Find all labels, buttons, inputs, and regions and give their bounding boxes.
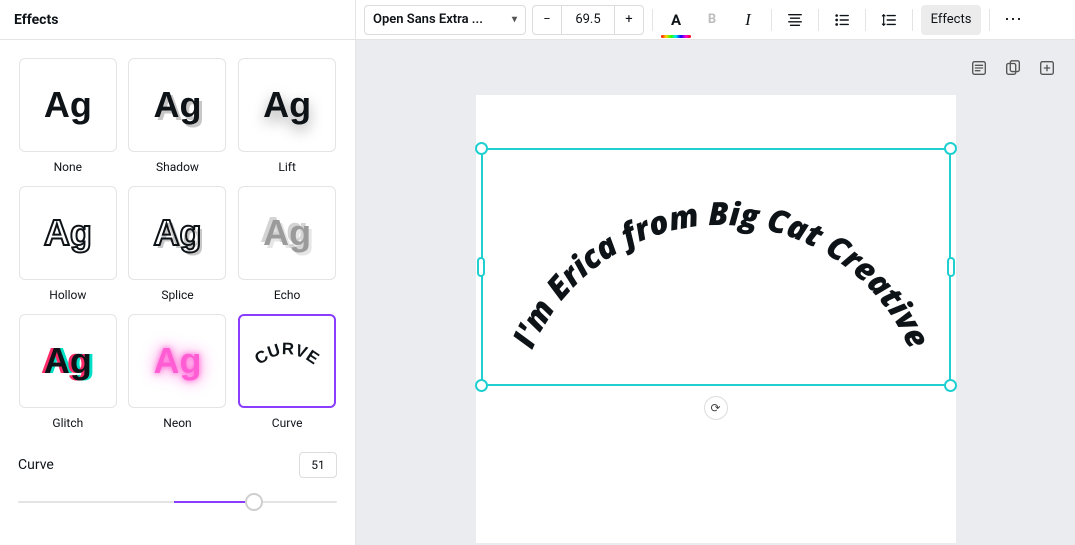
bold-button[interactable]: B — [697, 5, 727, 35]
align-center-icon — [787, 12, 803, 28]
resize-handle-br[interactable] — [944, 379, 957, 392]
design-page[interactable]: I'm Erica from Big Cat Creative ⟳ — [476, 95, 956, 543]
effect-lift[interactable]: Ag Lift — [237, 58, 337, 174]
text-color-glyph: A — [671, 11, 681, 29]
italic-button[interactable]: I — [733, 5, 763, 35]
sample-text: Ag — [153, 84, 201, 126]
sample-text: Ag — [44, 84, 92, 126]
slider-fill — [174, 501, 254, 503]
canvas-area[interactable]: I'm Erica from Big Cat Creative ⟳ — [356, 40, 1075, 545]
spacing-button[interactable] — [874, 5, 904, 35]
separator — [652, 9, 653, 31]
resize-handle-tl[interactable] — [475, 142, 488, 155]
effect-tile: Ag — [128, 314, 226, 408]
effect-tile: Ag — [128, 186, 226, 280]
main-area: Open Sans Extra ... ▾ − 69.5 + A B I — [356, 0, 1075, 545]
effect-label: Lift — [278, 160, 295, 174]
effect-none[interactable]: Ag None — [18, 58, 118, 174]
curve-label: Curve — [18, 457, 54, 473]
effect-splice[interactable]: Ag Splice — [128, 186, 228, 302]
separator — [865, 9, 866, 31]
more-button[interactable]: ⋯ — [998, 5, 1030, 35]
font-size-increment[interactable]: + — [614, 5, 644, 35]
font-size-input[interactable]: 69.5 — [562, 5, 614, 35]
resize-handle-ml[interactable] — [477, 257, 485, 277]
selection-box: ⟳ — [481, 148, 951, 386]
list-icon — [834, 12, 850, 28]
effect-label: Shadow — [156, 160, 199, 174]
sample-text: Ag — [153, 212, 201, 254]
sample-text: Ag — [153, 340, 201, 382]
separator — [818, 9, 819, 31]
effect-tile: CURVE — [238, 314, 336, 408]
effect-glitch[interactable]: Ag Glitch — [18, 314, 118, 430]
resize-handle-mr[interactable] — [947, 257, 955, 277]
text-color-button[interactable]: A — [661, 5, 691, 35]
sample-text: Ag — [44, 212, 92, 254]
list-button[interactable] — [827, 5, 857, 35]
notes-icon[interactable] — [969, 58, 989, 78]
effect-tile: Ag — [238, 186, 336, 280]
effect-curve[interactable]: CURVE Curve — [237, 314, 337, 430]
font-size-decrement[interactable]: − — [532, 5, 562, 35]
resize-handle-tr[interactable] — [944, 142, 957, 155]
effect-shadow[interactable]: Ag Shadow — [128, 58, 228, 174]
sample-text: Ag — [44, 340, 92, 382]
font-size-group: − 69.5 + — [532, 5, 644, 35]
svg-text:CURVE: CURVE — [251, 340, 323, 368]
effect-label: Hollow — [49, 288, 86, 302]
text-align-button[interactable] — [780, 5, 810, 35]
chevron-down-icon: ▾ — [512, 14, 517, 25]
curve-slider[interactable] — [18, 488, 337, 516]
curve-control: Curve 51 — [0, 448, 355, 534]
effect-tile: Ag — [19, 314, 117, 408]
curve-value-input[interactable]: 51 — [299, 452, 337, 478]
toolbar: Open Sans Extra ... ▾ − 69.5 + A B I — [356, 0, 1075, 40]
sample-text: Ag — [263, 84, 311, 126]
curve-sample-icon: CURVE — [245, 340, 329, 382]
effect-echo[interactable]: Ag Echo — [237, 186, 337, 302]
effect-tile: Ag — [19, 58, 117, 152]
font-family-select[interactable]: Open Sans Extra ... ▾ — [364, 5, 526, 35]
effect-tile: Ag — [19, 186, 117, 280]
effect-hollow[interactable]: Ag Hollow — [18, 186, 118, 302]
effects-grid: Ag None Ag Shadow Ag Lift Ag Hollow Ag S… — [0, 40, 355, 448]
panel-title: Effects — [0, 0, 355, 40]
separator — [771, 9, 772, 31]
duplicate-page-icon[interactable] — [1003, 58, 1023, 78]
effect-neon[interactable]: Ag Neon — [128, 314, 228, 430]
effect-label: Splice — [161, 288, 193, 302]
effect-tile: Ag — [128, 58, 226, 152]
effect-label: Glitch — [52, 416, 83, 430]
add-page-icon[interactable] — [1037, 58, 1057, 78]
rotate-handle[interactable]: ⟳ — [704, 396, 728, 420]
effect-label: Echo — [274, 288, 300, 302]
effect-tile: Ag — [238, 58, 336, 152]
effect-label: Curve — [272, 416, 303, 430]
separator — [912, 9, 913, 31]
effects-panel: Effects Ag None Ag Shadow Ag Lift Ag Hol… — [0, 0, 356, 545]
effect-label: Neon — [163, 416, 191, 430]
rainbow-underline-icon — [661, 35, 691, 38]
slider-thumb[interactable] — [245, 493, 263, 511]
page-actions — [969, 58, 1057, 78]
resize-handle-bl[interactable] — [475, 379, 488, 392]
effects-button[interactable]: Effects — [921, 5, 981, 35]
font-name: Open Sans Extra ... — [373, 12, 483, 27]
effect-label: None — [54, 160, 82, 174]
separator — [989, 9, 990, 31]
sample-text: Ag — [263, 212, 311, 254]
spacing-icon — [881, 12, 897, 28]
